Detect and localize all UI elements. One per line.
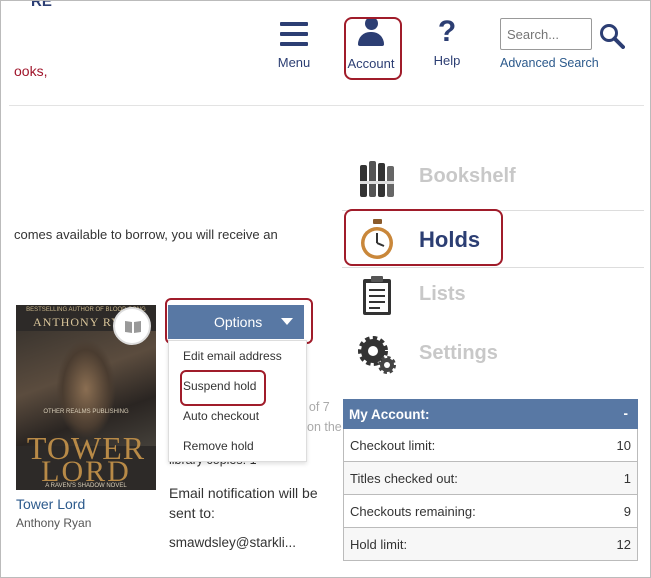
highlight-account [344, 17, 402, 80]
menu-item-remove-hold[interactable]: Remove hold [183, 439, 254, 453]
gears-icon [358, 336, 396, 374]
sidebar-label-lists: Lists [419, 283, 466, 305]
account-row-value: 10 [616, 438, 631, 453]
email-notification-label: Email notification will be sent to: [169, 485, 318, 521]
sidebar-item-lists[interactable]: Lists [342, 267, 644, 325]
account-row-value: 12 [616, 537, 631, 552]
search-icon[interactable] [599, 23, 625, 49]
open-book-icon [125, 321, 141, 333]
brand-tagline: ooks, [14, 63, 48, 79]
my-account-header[interactable]: My Account: - [343, 399, 638, 429]
highlight-options [165, 298, 313, 344]
account-row-checkouts-remaining: Checkouts remaining: 9 [343, 495, 638, 528]
clipboard-icon [363, 276, 391, 315]
holds-description: comes available to borrow, you will rece… [14, 227, 278, 242]
question-mark-icon: ? [437, 15, 457, 48]
cover-artwork [16, 331, 156, 446]
account-row-label: Checkouts remaining: [350, 504, 476, 519]
preview-button[interactable] [113, 307, 151, 345]
account-row-checkout-limit: Checkout limit: 10 [343, 429, 638, 462]
email-address: smawdsley@starkli... [169, 535, 296, 550]
site-header: RE ooks, Menu Account ? Help Advanced Se… [9, 1, 644, 106]
hamburger-icon [280, 22, 308, 46]
account-row-value: 1 [623, 471, 631, 486]
book-title-link[interactable]: Tower Lord [16, 496, 85, 512]
sidebar-item-bookshelf[interactable]: Bookshelf [342, 149, 644, 207]
bookshelf-icon [360, 161, 394, 197]
screenshot-frame: RE ooks, Menu Account ? Help Advanced Se… [0, 0, 651, 578]
nav-help-label: Help [433, 53, 461, 68]
book-author[interactable]: Anthony Ryan [16, 516, 91, 530]
account-row-label: Titles checked out: [350, 471, 458, 486]
sidebar-label-bookshelf: Bookshelf [419, 165, 516, 187]
page: RE ooks, Menu Account ? Help Advanced Se… [9, 1, 644, 571]
cover-series: A RAVEN'S SHADOW NOVEL [45, 483, 127, 489]
account-row-value: 9 [623, 504, 631, 519]
logo[interactable]: RE [31, 1, 55, 10]
advanced-search-link[interactable]: Advanced Search [500, 56, 599, 70]
sidebar-label-settings: Settings [419, 342, 498, 364]
menu-item-edit-email[interactable]: Edit email address [183, 349, 282, 363]
nav-menu-label: Menu [277, 55, 311, 70]
nav-help[interactable]: ? Help [417, 15, 477, 69]
account-row-label: Checkout limit: [350, 438, 436, 453]
collapse-icon[interactable]: - [624, 406, 629, 421]
highlight-suspend-hold [180, 370, 266, 406]
nav-menu[interactable]: Menu [264, 15, 324, 70]
my-account-panel: My Account: - Checkout limit: 10 Titles … [343, 399, 638, 561]
menu-item-auto-checkout[interactable]: Auto checkout [183, 409, 259, 423]
cover-publisher: OTHER REALMS PUBLISHING [43, 409, 129, 415]
account-row-hold-limit: Hold limit: 12 [343, 528, 638, 561]
highlight-holds [344, 209, 503, 266]
account-row-titles-checked-out: Titles checked out: 1 [343, 462, 638, 495]
sidebar-item-settings[interactable]: Settings [342, 326, 644, 384]
search-input[interactable] [500, 18, 592, 50]
my-account-title: My Account: [349, 407, 430, 422]
account-row-label: Hold limit: [350, 537, 408, 552]
